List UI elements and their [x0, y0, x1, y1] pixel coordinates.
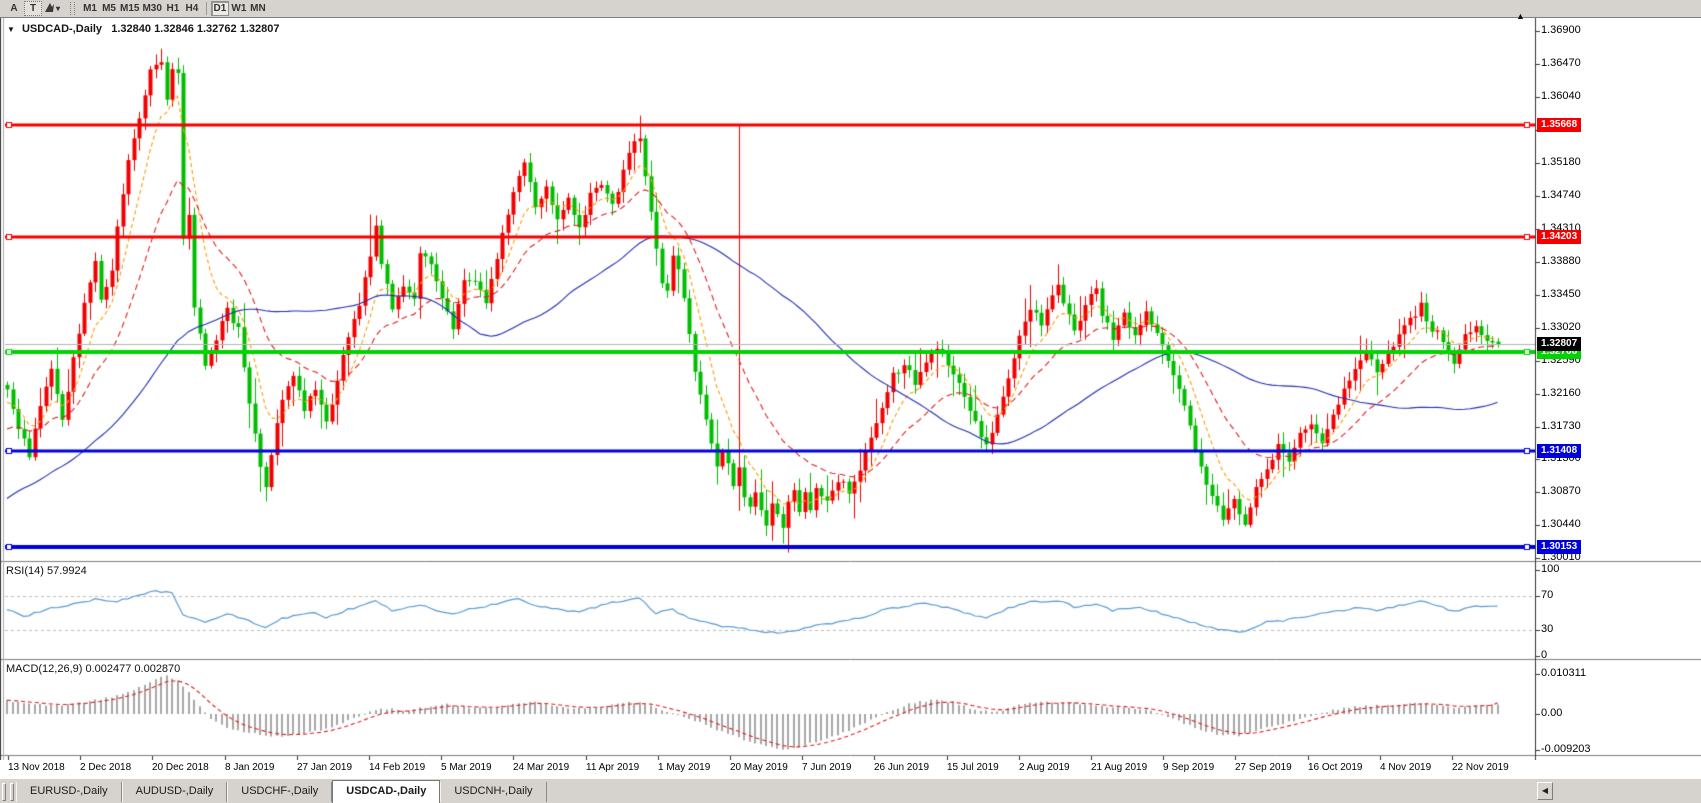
timeframe-buttons: M1M5M15M30H1H4 D1W1MN	[81, 1, 268, 16]
price-axis-tick: 1.32160	[1541, 387, 1581, 399]
price-axis-tick: 1.33020	[1541, 321, 1581, 333]
tabbar-grip	[10, 783, 14, 801]
date-axis-tick: 2 Aug 2019	[1019, 762, 1070, 773]
chart-ohlc-values: 1.32840 1.32846 1.32762 1.32807	[111, 23, 279, 35]
price-axis-tick: 1.30870	[1541, 485, 1581, 497]
date-axis-tick: 14 Feb 2019	[369, 762, 425, 773]
rsi-indicator-label: RSI(14) 57.9924	[6, 565, 87, 577]
date-axis-tick: 27 Sep 2019	[1235, 762, 1292, 773]
rsi-axis-tick: 70	[1541, 589, 1553, 601]
date-axis-tick: 1 May 2019	[658, 762, 710, 773]
timeframe-button-m30[interactable]: M30	[141, 1, 162, 16]
macd-axis-tick: 0.010311	[1541, 667, 1586, 679]
date-axis-tick: 9 Sep 2019	[1163, 762, 1214, 773]
tab-usdcnh[interactable]: USDCNH-,Daily	[440, 782, 546, 802]
chevron-down-icon: ▼	[7, 25, 15, 34]
date-axis-tick: 26 Jun 2019	[874, 762, 929, 773]
level-price-label: 1.35668	[1537, 118, 1581, 132]
current-price-label: 1.32807	[1537, 337, 1581, 351]
toolbar: A T ▾ M1M5M15M30H1H4 D1W1MN	[0, 0, 1701, 17]
price-axis-tick: 1.36900	[1541, 24, 1581, 36]
timeframe-button-mn[interactable]: MN	[249, 1, 267, 16]
timeframe-button-m15[interactable]: M15	[119, 1, 140, 16]
toolbar-grip	[70, 2, 75, 15]
chart-tabbar: EURUSD-,DailyAUDUSD-,DailyUSDCHF-,DailyU…	[0, 778, 1701, 803]
level-price-label: 1.31408	[1537, 444, 1581, 458]
chart-title: ▼ USDCAD-,Daily 1.32840 1.32846 1.32762 …	[7, 23, 279, 35]
timeframe-button-m1[interactable]: M1	[81, 1, 99, 16]
date-axis-tick: 20 Dec 2018	[152, 762, 209, 773]
macd-axis-tick: 0.00	[1541, 707, 1562, 719]
rsi-axis-tick: 30	[1541, 623, 1553, 635]
macd-axis-tick: -0.009203	[1541, 743, 1591, 755]
chart-window: ▼ USDCAD-,Daily 1.32840 1.32846 1.32762 …	[0, 17, 1701, 778]
price-axis-tick: 1.33880	[1541, 255, 1581, 267]
tab-scroll-left-button[interactable]: ◀	[1537, 782, 1553, 800]
price-axis-tick: 1.33450	[1541, 288, 1581, 300]
price-axis-tick: 1.36470	[1541, 57, 1581, 69]
price-axis-tick: 1.30440	[1541, 518, 1581, 530]
text-tool-button[interactable]: T	[24, 1, 42, 16]
chevron-down-icon: ▾	[56, 4, 60, 13]
date-axis-tick: 27 Jan 2019	[297, 762, 352, 773]
tab-eurusd[interactable]: EURUSD-,Daily	[16, 782, 122, 802]
chart-symbol-label: USDCAD-,Daily	[22, 23, 102, 35]
mt4-window: A T ▾ M1M5M15M30H1H4 D1W1MN ▼ USDCAD-,Dai…	[0, 0, 1701, 803]
price-axis-tick: 1.35180	[1541, 156, 1581, 168]
date-axis-tick: 22 Nov 2019	[1452, 762, 1509, 773]
price-axis-tick: 1.31730	[1541, 420, 1581, 432]
tab-usdchf[interactable]: USDCHF-,Daily	[227, 782, 332, 802]
date-axis-tick: 16 Oct 2019	[1308, 762, 1362, 773]
price-chart-canvas[interactable]	[0, 18, 1701, 760]
timeframe-button-m5[interactable]: M5	[100, 1, 118, 16]
timeframe-button-h4[interactable]: H4	[183, 1, 201, 16]
timeframe-button-w1[interactable]: W1	[230, 1, 248, 16]
rsi-axis-tick: 0	[1541, 649, 1547, 661]
date-axis-tick: 11 Apr 2019	[586, 762, 639, 773]
tab-audusd[interactable]: AUDUSD-,Daily	[122, 782, 228, 802]
tabbar-grip	[2, 783, 6, 801]
date-axis-tick: 21 Aug 2019	[1091, 762, 1147, 773]
timeframe-button-h1[interactable]: H1	[164, 1, 182, 16]
macd-indicator-label: MACD(12,26,9) 0.002477 0.002870	[6, 663, 180, 675]
tab-usdcad[interactable]: USDCAD-,Daily	[332, 780, 440, 803]
price-axis-tick: 1.34740	[1541, 189, 1581, 201]
date-axis-tick: 4 Nov 2019	[1380, 762, 1431, 773]
draw-tool-icon	[44, 2, 55, 16]
date-axis-tick: 7 Jun 2019	[802, 762, 852, 773]
level-price-label: 1.30153	[1537, 540, 1581, 554]
timeframe-button-d1[interactable]: D1	[211, 1, 229, 16]
level-price-label: 1.34203	[1537, 230, 1581, 244]
date-axis-tick: 13 Nov 2018	[8, 762, 65, 773]
scroll-up-icon[interactable]: ▲	[1516, 11, 1525, 21]
date-axis-tick: 2 Dec 2018	[80, 762, 131, 773]
date-axis-tick: 15 Jul 2019	[947, 762, 999, 773]
price-axis-tick: 1.36040	[1541, 90, 1581, 102]
date-axis-tick: 8 Jan 2019	[225, 762, 275, 773]
date-axis-tick: 20 May 2019	[730, 762, 788, 773]
date-axis-tick: 5 Mar 2019	[441, 762, 492, 773]
rsi-axis-tick: 100	[1541, 563, 1559, 575]
date-axis-tick: 24 Mar 2019	[513, 762, 569, 773]
draw-tool-button[interactable]: ▾	[43, 1, 61, 16]
font-tool-button[interactable]: A	[5, 1, 23, 16]
